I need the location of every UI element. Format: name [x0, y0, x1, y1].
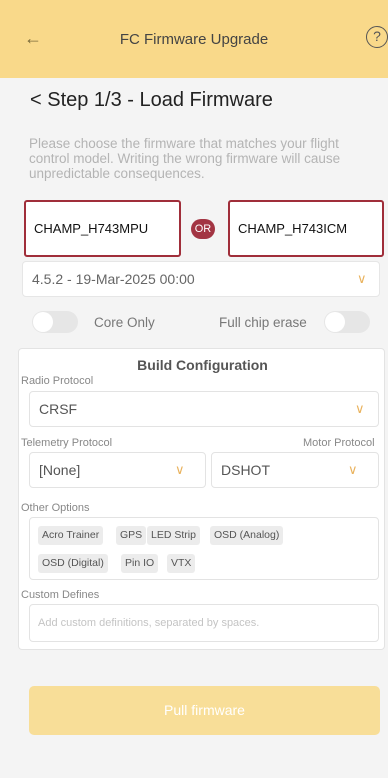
other-options-box: Acro Trainer GPS LED Strip OSD (Analog) …	[29, 517, 379, 580]
firmware-option-mpu[interactable]: CHAMP_H743MPU	[24, 200, 181, 257]
option-chip[interactable]: GPS	[116, 526, 147, 545]
chevron-down-icon: ∨	[355, 401, 365, 416]
motor-protocol-value: DSHOT	[221, 462, 270, 478]
motor-protocol-label: Motor Protocol	[303, 437, 375, 449]
option-chip[interactable]: VTX	[167, 554, 196, 573]
firmware-option-icm[interactable]: CHAMP_H743ICM	[228, 200, 384, 257]
option-chip[interactable]: OSD (Analog)	[210, 526, 284, 545]
core-only-label: Core Only	[94, 315, 155, 330]
build-configuration-panel: Build Configuration Radio Protocol CRSF …	[18, 348, 385, 650]
chevron-down-icon: ∨	[348, 462, 358, 477]
firmware-warning-text: Please choose the firmware that matches …	[29, 136, 341, 181]
telemetry-protocol-label: Telemetry Protocol	[21, 437, 113, 449]
telemetry-protocol-value: [None]	[39, 462, 81, 478]
full-chip-erase-label: Full chip erase	[219, 315, 307, 330]
radio-protocol-label: Radio Protocol	[21, 375, 94, 387]
toggle-knob	[325, 312, 345, 332]
firmware-version-value: 4.5.2 - 19-Mar-2025 00:00	[32, 271, 195, 287]
radio-protocol-select[interactable]: CRSF ∨	[29, 391, 379, 427]
app-header: ← FC Firmware Upgrade ?	[0, 0, 388, 78]
custom-defines-input[interactable]: Add custom definitions, separated by spa…	[29, 604, 379, 642]
pull-firmware-button[interactable]: Pull firmware	[29, 686, 380, 735]
option-chip[interactable]: LED Strip	[147, 526, 200, 545]
motor-protocol-select[interactable]: DSHOT ∨	[211, 452, 379, 488]
or-badge: OR	[191, 219, 215, 239]
option-chip[interactable]: OSD (Digital)	[38, 554, 108, 573]
core-only-toggle[interactable]	[32, 311, 78, 333]
build-configuration-title: Build Configuration	[137, 357, 268, 373]
firmware-version-select[interactable]: 4.5.2 - 19-Mar-2025 00:00 ∨	[22, 261, 380, 297]
option-chip[interactable]: Acro Trainer	[38, 526, 104, 545]
full-chip-erase-toggle[interactable]	[324, 311, 370, 333]
radio-protocol-value: CRSF	[39, 401, 78, 417]
toggle-knob	[33, 312, 53, 332]
help-icon[interactable]: ?	[366, 26, 388, 48]
chevron-down-icon: ∨	[357, 271, 367, 286]
chevron-down-icon: ∨	[175, 462, 185, 477]
custom-defines-label: Custom Defines	[21, 589, 100, 601]
step-title[interactable]: < Step 1/3 - Load Firmware	[30, 89, 273, 112]
option-chip[interactable]: Pin IO	[121, 554, 159, 573]
telemetry-protocol-select[interactable]: [None] ∨	[29, 452, 206, 488]
page-title: FC Firmware Upgrade	[119, 31, 269, 48]
other-options-label: Other Options	[21, 502, 90, 514]
